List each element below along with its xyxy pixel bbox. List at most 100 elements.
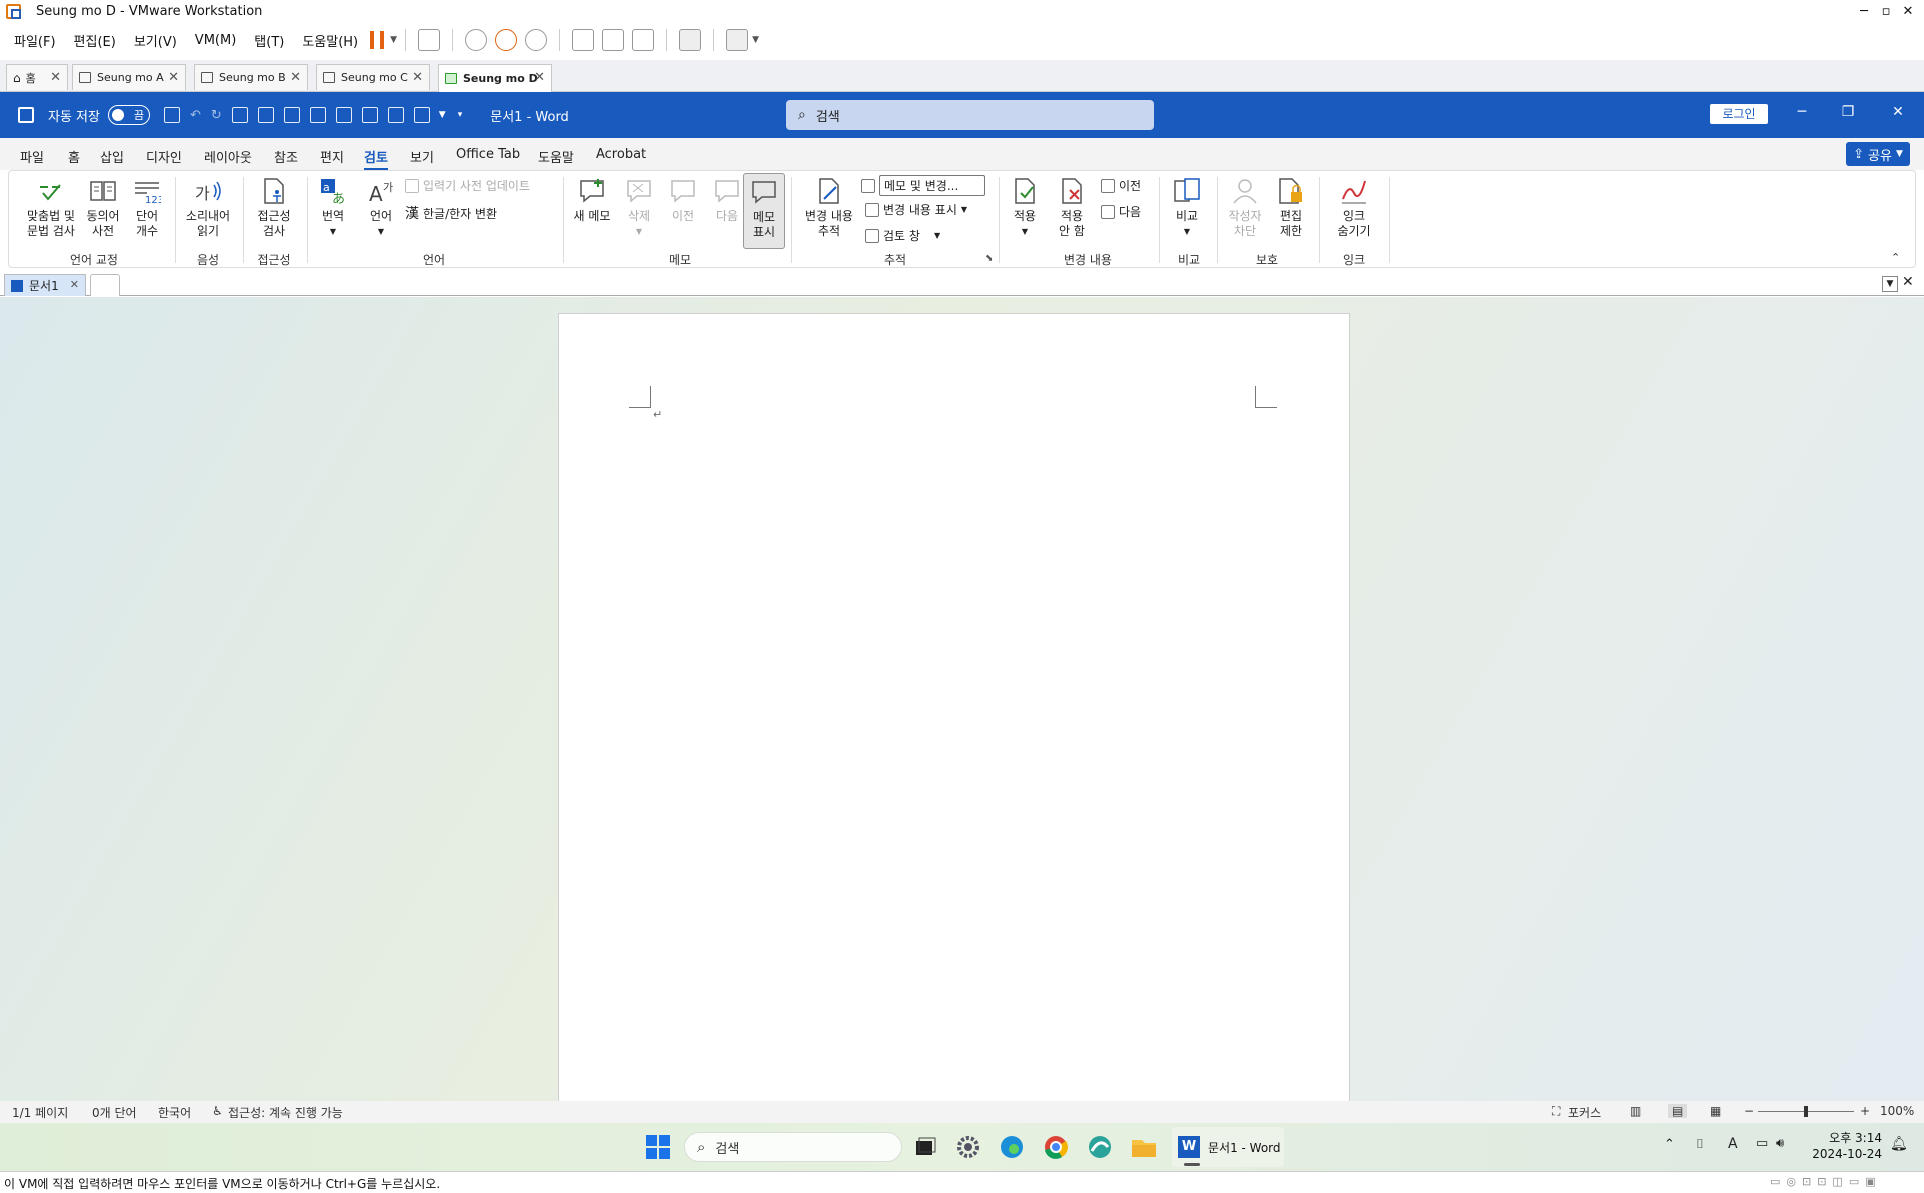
previous-comment-button[interactable]: 이전: [663, 177, 703, 224]
spelling-quick-icon[interactable]: [387, 107, 404, 123]
accept-change-button[interactable]: 적용 ▼: [1005, 177, 1045, 239]
spelling-grammar-button[interactable]: 맞춤법 및 문법 검사: [23, 177, 79, 239]
read-mode-icon[interactable]: ▥: [1630, 1104, 1641, 1118]
new-doc-tab[interactable]: [90, 274, 120, 296]
block-authors-button[interactable]: 작성자 차단: [1223, 177, 1267, 239]
notification-bell-icon[interactable]: 🔔︎: [1890, 1136, 1908, 1152]
tab-close-icon[interactable]: ✕: [70, 278, 79, 291]
focus-mode-button[interactable]: 포커스: [1568, 1104, 1601, 1121]
save-icon[interactable]: [163, 107, 180, 123]
doc-tab-document1[interactable]: 문서1 ✕: [4, 274, 86, 296]
email-icon[interactable]: [283, 107, 300, 123]
language-status[interactable]: 한국어: [158, 1104, 191, 1121]
tab-seung-mo-b[interactable]: Seung mo B ✕: [194, 64, 308, 90]
thesaurus-button[interactable]: 동의어 사전: [81, 177, 125, 239]
full-screen-icon[interactable]: [632, 29, 655, 51]
hangul-hanja-convert-button[interactable]: 漢 한글/한자 변환: [405, 203, 497, 223]
collapse-ribbon-icon[interactable]: ⌃: [1891, 251, 1900, 264]
accessibility-check-button[interactable]: 접근성 검사: [247, 177, 301, 239]
stretch-dropdown-icon[interactable]: ▼: [752, 35, 759, 45]
minimize-button[interactable]: ─: [1854, 2, 1874, 22]
translate-button[interactable]: aあ 번역 ▼: [313, 177, 353, 239]
word-restore-button[interactable]: ❐: [1838, 104, 1858, 120]
login-button[interactable]: 로그인: [1710, 104, 1768, 124]
taskbar-clock[interactable]: 오후 3:14 2024-10-24: [1806, 1130, 1882, 1162]
tab-home[interactable]: 홈: [68, 147, 80, 166]
maximize-button[interactable]: ▫: [1876, 2, 1896, 22]
menu-tab[interactable]: 탭(T): [254, 31, 284, 50]
tab-mailings[interactable]: 편지: [320, 147, 344, 166]
tab-close-icon[interactable]: ✕: [412, 70, 423, 85]
tab-seung-mo-c[interactable]: Seung mo C ✕: [316, 64, 430, 90]
tab-references[interactable]: 참조: [274, 147, 298, 166]
quick-print-icon[interactable]: [309, 107, 326, 123]
file-explorer-icon[interactable]: [1130, 1133, 1158, 1161]
tab-home[interactable]: ⌂ 홈 ✕: [6, 64, 68, 90]
ime-indicator[interactable]: A: [1728, 1136, 1738, 1152]
send-ctrl-alt-del-icon[interactable]: [418, 29, 441, 51]
menu-help[interactable]: 도움말(H): [302, 31, 358, 50]
tab-close-icon[interactable]: ✕: [50, 70, 61, 85]
device-status-icons[interactable]: ▭◎⊡⊡◫▭▣: [1770, 1175, 1882, 1188]
snapshot-icon[interactable]: [465, 29, 488, 51]
new-document-icon[interactable]: [231, 107, 248, 123]
taskbar-word-app[interactable]: W 문서1 - Word: [1172, 1127, 1284, 1167]
dialog-launcher-icon[interactable]: ⬊: [985, 253, 993, 264]
page-count[interactable]: 1/1 페이지: [12, 1104, 68, 1121]
zoom-level[interactable]: 100%: [1880, 1104, 1914, 1118]
open-icon[interactable]: [257, 107, 274, 123]
web-layout-icon[interactable]: ▦: [1710, 1104, 1721, 1118]
compare-button[interactable]: 비교 ▼: [1165, 177, 1209, 239]
close-button[interactable]: ✕: [1898, 2, 1918, 22]
touch-dropdown-icon[interactable]: ▼: [439, 110, 446, 120]
close-doc-icon[interactable]: ✕: [1902, 274, 1914, 290]
word-minimize-button[interactable]: ─: [1792, 104, 1812, 120]
network-icon[interactable]: ▭: [1756, 1136, 1768, 1151]
new-comment-button[interactable]: 새 메모: [565, 177, 619, 224]
chrome-browser-icon[interactable]: [1042, 1133, 1070, 1161]
markup-view-select[interactable]: 메모 및 변경...: [861, 175, 985, 196]
menu-edit[interactable]: 편집(E): [74, 31, 116, 50]
tab-seung-mo-a[interactable]: Seung mo A ✕: [72, 64, 186, 90]
tab-office-tab[interactable]: Office Tab: [456, 147, 520, 162]
tab-layout[interactable]: 레이아웃: [204, 147, 252, 166]
zoom-out-button[interactable]: −: [1744, 1104, 1754, 1118]
pause-dropdown-icon[interactable]: ▼: [390, 35, 397, 45]
read-aloud-button[interactable]: 가 소리내어 읽기: [181, 177, 235, 239]
copilot-icon[interactable]: [1086, 1133, 1114, 1161]
previous-change-button[interactable]: 이전: [1101, 177, 1141, 194]
console-view-icon[interactable]: [679, 29, 702, 51]
tab-seung-mo-d[interactable]: Seung mo D ✕: [438, 64, 552, 92]
word-count-button[interactable]: 123 단어 개수: [127, 177, 167, 239]
print-preview-icon[interactable]: [335, 107, 352, 123]
show-library-icon[interactable]: [572, 29, 595, 51]
language-button[interactable]: A가 언어 ▼: [361, 177, 401, 239]
accessibility-status[interactable]: 접근성: 계속 진행 가능: [228, 1104, 343, 1121]
tab-close-icon[interactable]: ✕: [168, 70, 179, 85]
chevron-up-icon[interactable]: ⌃: [1664, 1137, 1675, 1152]
tab-list-dropdown-icon[interactable]: ▼: [1882, 276, 1898, 292]
tab-review[interactable]: 검토: [364, 147, 388, 171]
tab-file[interactable]: 파일: [20, 147, 44, 166]
pause-icon[interactable]: [370, 31, 385, 49]
share-button[interactable]: ⇪ 공유 ▼: [1846, 142, 1910, 166]
delete-comment-button[interactable]: 삭제 ▼: [619, 177, 659, 239]
taskbar-search-box[interactable]: ⌕ 검색: [684, 1132, 902, 1162]
show-comments-button[interactable]: 메모 표시: [743, 173, 785, 249]
tab-help[interactable]: 도움말: [538, 147, 574, 166]
menu-view[interactable]: 보기(V): [134, 31, 177, 50]
thumbnail-bar-icon[interactable]: [602, 29, 625, 51]
start-windows-icon[interactable]: [644, 1133, 672, 1161]
tab-insert[interactable]: 삽입: [100, 147, 124, 166]
show-markup-button[interactable]: 변경 내용 표시 ▼: [865, 201, 967, 218]
tab-view[interactable]: 보기: [410, 147, 434, 166]
print-layout-icon[interactable]: ▤: [1668, 1104, 1688, 1118]
volume-icon[interactable]: 🔊︎: [1776, 1136, 1784, 1151]
menu-vm[interactable]: VM(M): [195, 33, 236, 48]
word-count[interactable]: 0개 단어: [92, 1104, 137, 1121]
draw-icon[interactable]: [361, 107, 378, 123]
tab-close-icon[interactable]: ✕: [534, 70, 545, 85]
settings-gear-icon[interactable]: [954, 1133, 982, 1161]
track-changes-button[interactable]: 변경 내용 추적: [799, 177, 859, 239]
tab-design[interactable]: 디자인: [146, 147, 182, 166]
